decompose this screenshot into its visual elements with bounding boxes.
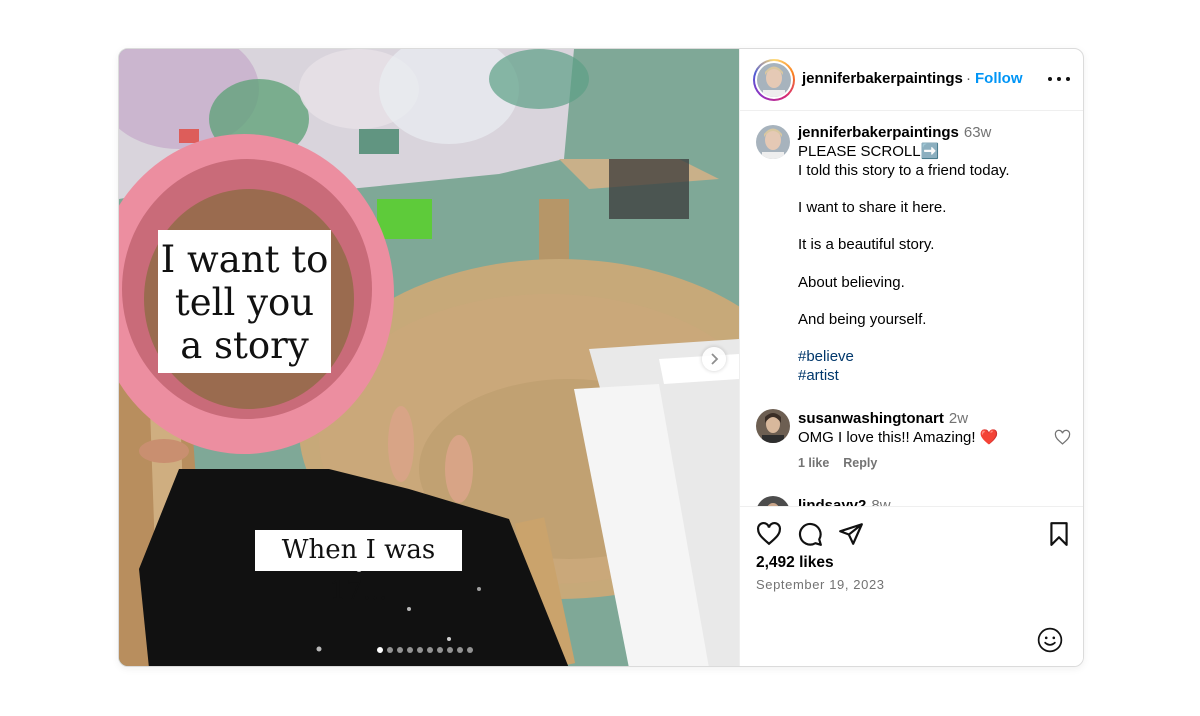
heart-icon[interactable] bbox=[756, 521, 782, 547]
carousel-dot bbox=[407, 647, 413, 653]
story-ring[interactable] bbox=[753, 59, 795, 101]
comment-text: OMG I love this!! Amazing! ❤️ bbox=[798, 429, 999, 446]
story-text-overlay: I want to tell you a story bbox=[158, 230, 331, 373]
avatar bbox=[757, 63, 791, 97]
caption-line: I want to share it here. bbox=[798, 199, 947, 216]
comments-list[interactable]: jenniferbakerpaintings 63w PLEASE SCROLL➡… bbox=[740, 112, 1083, 506]
post-side-panel: jenniferbakerpaintings · Follow jennifer… bbox=[739, 49, 1083, 666]
commenter-avatar[interactable] bbox=[756, 409, 790, 443]
post-image[interactable]: I want to tell you a story When I was 17… bbox=[119, 49, 739, 666]
carousel-dot bbox=[457, 647, 463, 653]
more-icon bbox=[1048, 77, 1052, 81]
caption-line: About believing. bbox=[798, 274, 905, 291]
separator-dot: · bbox=[966, 70, 971, 87]
hashtag-link[interactable]: #believe bbox=[798, 347, 854, 366]
caption-line: I told this story to a friend today. bbox=[798, 162, 1010, 179]
reply-button[interactable]: Reply bbox=[843, 456, 877, 470]
carousel-dot bbox=[387, 647, 393, 653]
caption-avatar[interactable] bbox=[756, 125, 790, 159]
caption-line: And being yourself. bbox=[798, 311, 927, 328]
chevron-right-icon bbox=[711, 353, 719, 365]
comment-username[interactable]: lindsayv2 bbox=[798, 497, 866, 506]
comment-username[interactable]: susanwashingtonart bbox=[798, 410, 944, 427]
carousel-dot bbox=[377, 647, 383, 653]
commenter-avatar[interactable] bbox=[756, 496, 790, 506]
follow-button[interactable]: Follow bbox=[975, 70, 1023, 88]
comment-heart-icon[interactable] bbox=[1054, 429, 1071, 446]
carousel-dot bbox=[427, 647, 433, 653]
header-username[interactable]: jenniferbakerpaintings bbox=[802, 70, 963, 88]
emoji-icon[interactable] bbox=[1037, 627, 1063, 653]
comment-time[interactable]: 2w bbox=[949, 410, 968, 427]
hashtag-link[interactable]: #artist bbox=[798, 366, 839, 385]
caption-time[interactable]: 63w bbox=[964, 124, 992, 141]
comment-header: lindsayv2 8w bbox=[798, 496, 891, 506]
next-slide-button[interactable] bbox=[702, 347, 726, 371]
carousel-indicator bbox=[377, 647, 473, 653]
share-icon[interactable] bbox=[838, 521, 864, 547]
carousel-dot bbox=[437, 647, 443, 653]
bookmark-icon[interactable] bbox=[1046, 521, 1072, 547]
carousel-dot bbox=[447, 647, 453, 653]
comment-icon[interactable] bbox=[797, 521, 823, 547]
action-bar: 2,492 likes September 19, 2023 bbox=[740, 506, 1083, 666]
comment-meta: 1 like Reply bbox=[798, 456, 891, 470]
caption-line: It is a beautiful story. bbox=[798, 236, 935, 253]
comment-time[interactable]: 8w bbox=[871, 497, 890, 506]
comment-likes[interactable]: 1 like bbox=[798, 456, 829, 470]
more-options-button[interactable] bbox=[1048, 71, 1070, 87]
carousel-dot bbox=[467, 647, 473, 653]
post-card: I want to tell you a story When I was 17… bbox=[118, 48, 1084, 667]
caption-username[interactable]: jenniferbakerpaintings bbox=[798, 124, 959, 141]
carousel-dot bbox=[397, 647, 403, 653]
story-text-overlay-secondary: When I was 17... bbox=[255, 530, 462, 606]
comment-header: susanwashingtonart 2w bbox=[798, 409, 968, 428]
caption-line: PLEASE SCROLL➡️ bbox=[798, 143, 940, 160]
post-header: jenniferbakerpaintings · Follow bbox=[740, 49, 1083, 111]
post-date[interactable]: September 19, 2023 bbox=[756, 577, 885, 592]
carousel-dot bbox=[417, 647, 423, 653]
likes-count[interactable]: 2,492 likes bbox=[756, 554, 834, 572]
caption-header: jenniferbakerpaintings 63w bbox=[798, 123, 991, 142]
